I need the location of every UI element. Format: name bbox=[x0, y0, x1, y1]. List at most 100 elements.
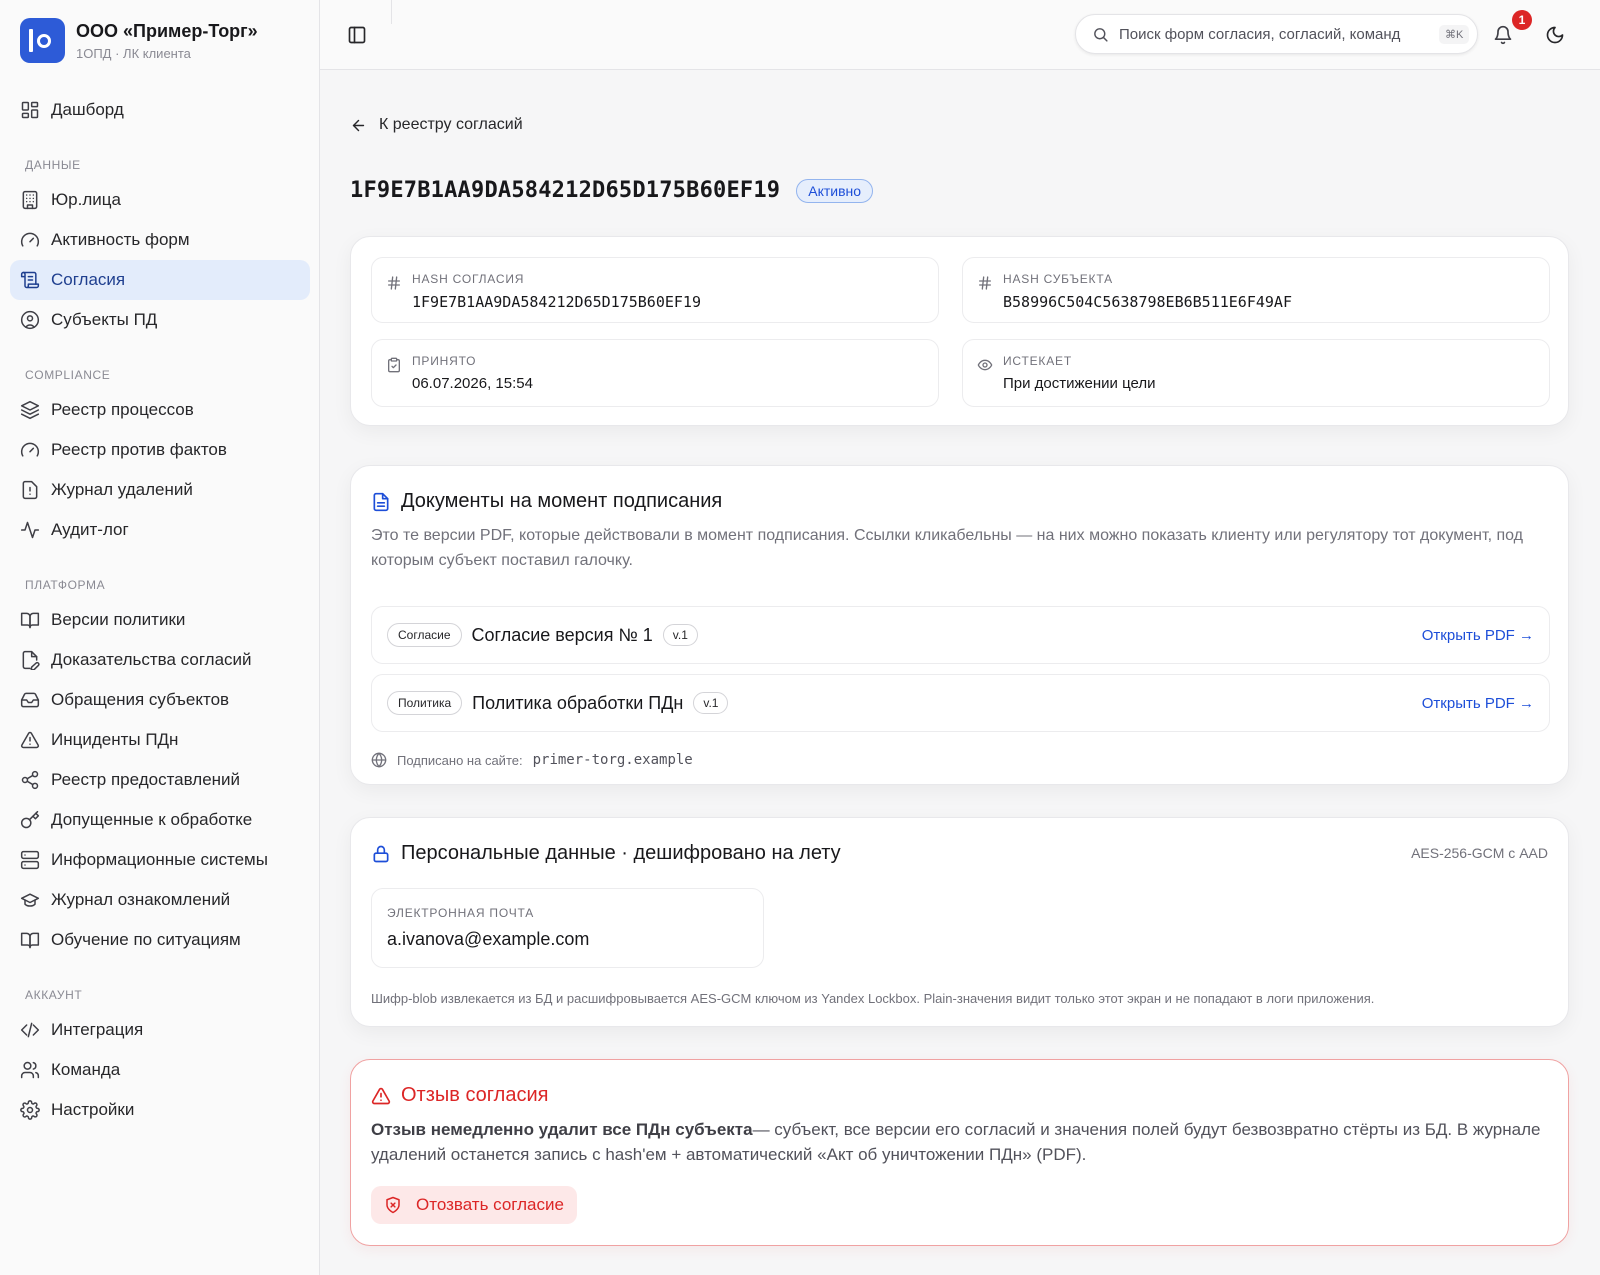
documents-description: Это те версии PDF, которые действовали в… bbox=[371, 527, 1524, 569]
revoke-card: Отзыв согласия Отзыв немедленно удалит в… bbox=[350, 1059, 1569, 1246]
sidebar-item-label: Команда bbox=[51, 1060, 121, 1079]
sidebar: ООО «Пример-Торг» 1ОПД · ЛК клиента Дашб… bbox=[0, 0, 320, 1275]
sidebar-section-title: ПЛАТФОРМА bbox=[25, 578, 106, 592]
key-icon bbox=[20, 810, 40, 829]
sidebar-item-интеграция[interactable]: Интеграция bbox=[10, 1010, 310, 1050]
consent-info-card: HASH СОГЛАСИЯ 1F9E7B1AA9DA584212D65D175B… bbox=[350, 236, 1569, 426]
open-pdf-link[interactable]: Открыть PDF → bbox=[1422, 695, 1534, 712]
sidebar-item-инциденты-пдн[interactable]: Инциденты ПДн bbox=[10, 720, 310, 760]
revoke-consent-button[interactable]: Отозвать согласие bbox=[371, 1186, 577, 1224]
book-icon bbox=[20, 612, 40, 629]
email-value: a.ivanova@example.com bbox=[387, 929, 590, 949]
sidebar-item-label: Активность форм bbox=[51, 230, 190, 249]
sidebar-item-журнал-ознакомлений[interactable]: Журнал ознакомлений bbox=[10, 880, 310, 920]
signed-site: primer-torg.example bbox=[532, 752, 693, 768]
sidebar-section-title: ДАННЫЕ bbox=[25, 158, 81, 172]
sidebar-item-label: Реестр против фактов bbox=[51, 440, 227, 459]
globe-icon bbox=[371, 752, 387, 768]
signed-on-site: Подписано на сайте: primer-torg.example bbox=[371, 752, 693, 768]
shield-x-icon bbox=[386, 1196, 400, 1214]
sidebar-item-журнал-удалений[interactable]: Журнал удалений bbox=[10, 470, 310, 510]
documents-heading: Документы на момент подписания bbox=[371, 490, 722, 513]
sidebar-item-label: Версии политики bbox=[51, 610, 186, 629]
revoke-title: Отзыв согласия bbox=[401, 1084, 549, 1106]
sidebar-item-аудит-лог[interactable]: Аудит-лог bbox=[10, 510, 310, 550]
topbar: ⌘K 1 bbox=[320, 0, 1600, 70]
expires-label: ИСТЕКАЕТ bbox=[1003, 354, 1072, 368]
sidebar-item-label: Инциденты ПДн bbox=[51, 730, 179, 749]
sidebar-item-label: Субъекты ПД bbox=[51, 310, 158, 329]
brand-name: ООО «Пример-Торг» bbox=[76, 20, 258, 41]
layers-icon bbox=[20, 400, 40, 420]
back-link[interactable]: К реестру согласий bbox=[350, 116, 523, 134]
sidebar-item-label: Настройки bbox=[51, 1100, 135, 1119]
sidebar-item-юр-лица[interactable]: Юр.лица bbox=[10, 180, 310, 220]
moon-icon[interactable] bbox=[1542, 22, 1568, 48]
accepted-label: ПРИНЯТО bbox=[412, 354, 477, 368]
personal-data-card: Персональные данные · дешифровано на лет… bbox=[350, 817, 1569, 1027]
sidebar-item-настройки[interactable]: Настройки bbox=[10, 1090, 310, 1130]
sidebar-item-реестр-против-фактов[interactable]: Реестр против фактов bbox=[10, 430, 310, 470]
file-alert-icon bbox=[22, 480, 38, 500]
status-badge: Активно bbox=[796, 178, 874, 203]
subject-hash-cell: HASH СУБЪЕКТА B58996C504C5638798EB6B511E… bbox=[962, 257, 1550, 323]
sidebar-item-доказательства-согласий[interactable]: Доказательства согласий bbox=[10, 640, 310, 680]
expires-value: При достижении цели bbox=[1003, 375, 1156, 392]
consent-hash-cell: HASH СОГЛАСИЯ 1F9E7B1AA9DA584212D65D175B… bbox=[371, 257, 939, 323]
document-tag: Согласие bbox=[387, 623, 462, 647]
brand-subtitle: 1ОПД · ЛК клиента bbox=[76, 45, 191, 61]
sidebar-item-label: Допущенные к обработке bbox=[51, 810, 253, 829]
brand-logo bbox=[20, 18, 65, 63]
sidebar-item-допущенные-к-обработке[interactable]: Допущенные к обработке bbox=[10, 800, 310, 840]
code-icon bbox=[20, 1022, 40, 1038]
title-row: 1F9E7B1AA9DA584212D65D175B60EF19 Активно bbox=[350, 178, 874, 203]
sidebar-item-label: Информационные системы bbox=[51, 850, 268, 869]
users-icon bbox=[20, 1061, 40, 1079]
search-icon bbox=[1094, 27, 1108, 42]
subject-hash-value: B58996C504C5638798EB6B511E6F49AF bbox=[1003, 293, 1292, 311]
notification-badge: 1 bbox=[1512, 10, 1532, 30]
sidebar-item-согласия[interactable]: Согласия bbox=[10, 260, 310, 300]
sidebar-item-label: Реестр процессов bbox=[51, 400, 194, 419]
sidebar-item-обращения-субъектов[interactable]: Обращения субъектов bbox=[10, 680, 310, 720]
document-version: v.1 bbox=[662, 624, 698, 646]
sidebar-item-версии-политики[interactable]: Версии политики bbox=[10, 600, 310, 640]
sidebar-item-реестр-процессов[interactable]: Реестр процессов bbox=[10, 390, 310, 430]
personal-heading: Персональные данные · дешифровано на лет… bbox=[371, 842, 841, 865]
sidebar-item-реестр-предоставлений[interactable]: Реестр предоставлений bbox=[10, 760, 310, 800]
accepted-value: 06.07.2026, 15:54 bbox=[412, 375, 533, 392]
sidebar-toggle-icon[interactable] bbox=[344, 22, 370, 48]
sidebar-item-label: Интеграция bbox=[51, 1020, 144, 1039]
user-circle-icon bbox=[20, 310, 40, 330]
divider bbox=[391, 0, 392, 24]
brand[interactable]: ООО «Пример-Торг» 1ОПД · ЛК клиента bbox=[20, 18, 258, 63]
encryption-algorithm: AES-256-GCM с AAD bbox=[1411, 845, 1548, 861]
documents-card: Документы на момент подписания Это те ве… bbox=[350, 465, 1569, 785]
building-icon bbox=[22, 190, 38, 210]
search-input[interactable] bbox=[1119, 25, 1429, 43]
open-pdf-link[interactable]: Открыть PDF → bbox=[1422, 627, 1534, 644]
sidebar-item-субъекты-пд[interactable]: Субъекты ПД bbox=[10, 300, 310, 340]
sidebar-item-команда[interactable]: Команда bbox=[10, 1050, 310, 1090]
revoke-consent-label: Отозвать согласие bbox=[416, 1195, 564, 1214]
back-link-label: К реестру согласий bbox=[379, 116, 523, 133]
document-name: Политика обработки ПДн bbox=[472, 692, 684, 713]
inbox-icon bbox=[20, 692, 40, 708]
revoke-warning: Отзыв немедленно удалит все ПДн субъекта… bbox=[371, 1117, 1551, 1167]
sidebar-item-активность-форм[interactable]: Активность форм bbox=[10, 220, 310, 260]
sidebar-section-title: COMPLIANCE bbox=[25, 368, 111, 382]
sidebar-item-обучение-по-ситуациям[interactable]: Обучение по ситуациям bbox=[10, 920, 310, 960]
bell-icon[interactable] bbox=[1490, 22, 1516, 48]
scroll-icon bbox=[20, 271, 40, 289]
personal-title: Персональные данные · дешифровано на лет… bbox=[401, 842, 841, 864]
sidebar-section-title: АККАУНТ bbox=[25, 988, 83, 1002]
signed-label: Подписано на сайте: bbox=[397, 752, 523, 768]
sidebar-item-дашборд[interactable]: Дашборд bbox=[10, 90, 310, 130]
sidebar-item-информационные-системы[interactable]: Информационные системы bbox=[10, 840, 310, 880]
activity-icon bbox=[20, 521, 40, 539]
consent-hash-value: 1F9E7B1AA9DA584212D65D175B60EF19 bbox=[412, 293, 701, 311]
consent-hash-label: HASH СОГЛАСИЯ bbox=[412, 272, 525, 286]
revoke-warning-bold: Отзыв немедленно удалит все ПДн субъекта bbox=[371, 1120, 753, 1139]
email-label: ЭЛЕКТРОННАЯ ПОЧТА bbox=[387, 906, 535, 920]
search-box[interactable]: ⌘K bbox=[1075, 14, 1478, 54]
